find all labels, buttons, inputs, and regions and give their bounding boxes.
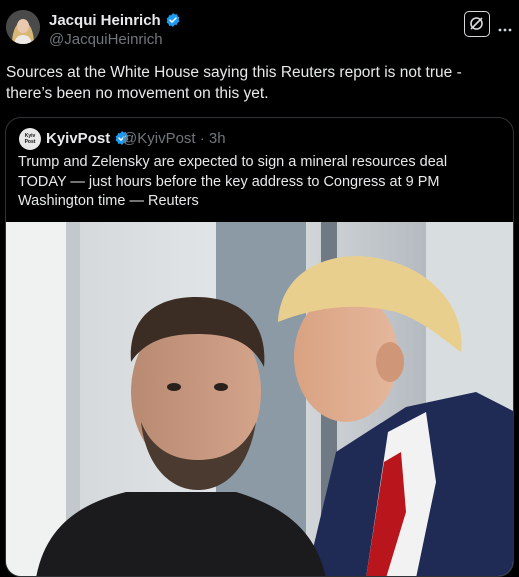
quoted-post[interactable]: Kyiv Post KyivPost @KyivPost · 3h Trump … [5, 117, 514, 577]
verified-badge-icon [165, 12, 181, 32]
author-avatar[interactable] [6, 10, 40, 44]
quoted-post-text: Trump and Zelensky are expected to sign … [18, 154, 448, 209]
post-text: Sources at the White House saying this R… [6, 64, 462, 102]
post-header: Jacqui Heinrich @JacquiHeinrich [0, 0, 519, 58]
quoted-author-name[interactable]: KyivPost [46, 130, 130, 150]
more-options-icon[interactable] [498, 20, 512, 32]
quoted-author-name-text[interactable]: KyivPost [46, 130, 110, 147]
grok-icon[interactable] [464, 11, 490, 37]
quoted-post-photo[interactable] [6, 222, 513, 576]
author-name[interactable]: Jacqui Heinrich [49, 12, 181, 32]
quoted-author-avatar[interactable]: Kyiv Post [19, 128, 41, 150]
author-handle[interactable]: @JacquiHeinrich [49, 31, 163, 48]
quoted-author-handle[interactable]: @KyivPost · 3h [122, 130, 226, 147]
author-name-text[interactable]: Jacqui Heinrich [49, 12, 161, 29]
